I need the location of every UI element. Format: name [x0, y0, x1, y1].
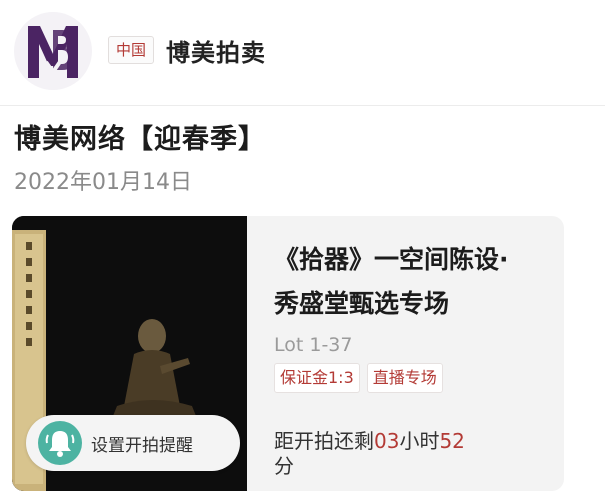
- set-reminder-button[interactable]: 设置开拍提醒: [26, 415, 240, 471]
- app-header: 中国 博美拍卖: [0, 0, 605, 106]
- set-reminder-label: 设置开拍提醒: [91, 436, 193, 456]
- page-date: 2022年01月14日: [14, 170, 192, 195]
- countdown-hours: 03: [374, 429, 400, 453]
- tag-list: 保证金1:3 直播专场: [274, 363, 443, 393]
- auction-card[interactable]: 设置开拍提醒 《拾器》一空间陈设·秀盛堂甄选专场 Lot 1-37 保证金1:3…: [12, 216, 564, 491]
- lot-range: Lot 1-37: [274, 334, 353, 356]
- live-tag: 直播专场: [366, 363, 443, 393]
- bm-monogram-logo[interactable]: [14, 12, 92, 90]
- page-title: 博美网络【迎春季】: [14, 124, 266, 155]
- deposit-tag: 保证金1:3: [274, 363, 360, 393]
- auction-title[interactable]: 《拾器》一空间陈设·秀盛堂甄选专场: [274, 238, 524, 326]
- bell-icon: [38, 421, 82, 465]
- region-badge: 中国: [108, 36, 155, 64]
- countdown-prefix: 距开拍还剩: [274, 429, 374, 453]
- countdown-minutes-unit: 分: [274, 454, 294, 478]
- countdown-minutes: 52: [439, 429, 465, 453]
- brand-name: 博美拍卖: [166, 39, 266, 67]
- countdown: 距开拍还剩03小时52 分: [274, 429, 544, 479]
- countdown-hours-unit: 小时: [399, 429, 440, 453]
